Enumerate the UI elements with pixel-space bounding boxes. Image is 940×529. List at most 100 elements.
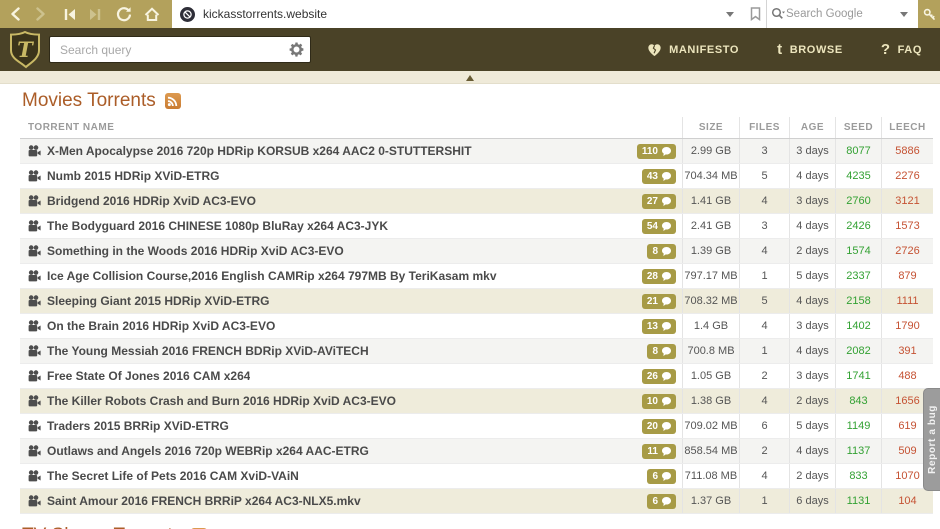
comment-bubble-icon (662, 222, 671, 231)
seed-cell: 833 (835, 464, 881, 488)
table-row[interactable]: Something in the Woods 2016 HDRip XviD A… (20, 239, 933, 264)
torrent-name[interactable]: Traders 2015 BRRip XViD-ETRG (47, 419, 229, 433)
header-size[interactable]: SIZE (682, 117, 739, 138)
comment-badge[interactable]: 43 (642, 169, 676, 184)
comment-badge[interactable]: 20 (642, 419, 676, 434)
kickass-logo[interactable]: T (8, 31, 42, 69)
age-cell: 4 days (789, 214, 835, 238)
files-cell: 3 (739, 139, 789, 163)
header-files[interactable]: FILES (739, 117, 789, 138)
comment-badge[interactable]: 8 (647, 344, 676, 359)
key-button[interactable] (920, 0, 938, 28)
comment-badge[interactable]: 6 (647, 494, 676, 509)
table-row[interactable]: Ice Age Collision Course,2016 English CA… (20, 264, 933, 289)
torrent-name[interactable]: Sleeping Giant 2015 HDRip XViD-ETRG (47, 294, 270, 308)
table-row[interactable]: Sleeping Giant 2015 HDRip XViD-ETRG 21 7… (20, 289, 933, 314)
bookmark-icon (750, 7, 761, 21)
report-bug-tab[interactable]: Report a bug (923, 388, 940, 491)
table-row[interactable]: X-Men Apocalypse 2016 720p HDRip KORSUB … (20, 139, 933, 164)
table-row[interactable]: Numb 2015 HDRip XViD-ETRG 43 704.34 MB 5… (20, 164, 933, 189)
comment-badge[interactable]: 8 (647, 244, 676, 259)
site-search-input[interactable] (49, 36, 311, 63)
files-cell: 1 (739, 339, 789, 363)
skip-next-button[interactable] (82, 0, 106, 28)
comment-bubble-icon (662, 297, 671, 306)
comment-badge[interactable]: 26 (642, 369, 676, 384)
leech-cell: 2726 (881, 239, 933, 263)
table-row[interactable]: The Young Messiah 2016 FRENCH BDRip XViD… (20, 339, 933, 364)
torrent-name[interactable]: On the Brain 2016 HDRip XviD AC3-EVO (47, 319, 275, 333)
torrent-name[interactable]: The Secret Life of Pets 2016 CAM XviD-VA… (47, 469, 299, 483)
torrent-name[interactable]: The Young Messiah 2016 FRENCH BDRip XViD… (47, 344, 369, 358)
age-cell: 3 days (789, 314, 835, 338)
table-row[interactable]: Traders 2015 BRRip XViD-ETRG 20 709.02 M… (20, 414, 933, 439)
header-age[interactable]: AGE (789, 117, 835, 138)
collapse-up-arrow-icon[interactable] (466, 75, 474, 81)
comment-badge[interactable]: 13 (642, 319, 676, 334)
torrent-name[interactable]: Something in the Woods 2016 HDRip XviD A… (47, 244, 344, 258)
table-row[interactable]: Outlaws and Angels 2016 720p WEBRip x264… (20, 439, 933, 464)
torrent-t-icon: t (777, 42, 783, 57)
url-dropdown-icon[interactable] (726, 12, 734, 17)
comment-badge[interactable]: 110 (637, 144, 676, 159)
nav-browse[interactable]: t BROWSE (777, 42, 843, 57)
url-input[interactable] (203, 7, 720, 21)
header-seed[interactable]: SEED (835, 117, 881, 138)
comment-badge[interactable]: 27 (642, 194, 676, 209)
nav-faq[interactable]: ? FAQ (881, 42, 922, 57)
google-search-box[interactable] (766, 0, 918, 28)
rss-icon[interactable] (165, 93, 181, 109)
refresh-button[interactable] (112, 0, 136, 28)
search-magnifier-icon[interactable] (771, 7, 786, 21)
table-row[interactable]: Saint Amour 2016 FRENCH BRRiP x264 AC3-N… (20, 489, 933, 514)
comment-badge[interactable]: 10 (642, 394, 676, 409)
comment-bubble-icon (662, 247, 671, 256)
skip-previous-button[interactable] (58, 0, 82, 28)
header-leech[interactable]: LEECH (881, 117, 933, 138)
bookmark-button[interactable] (744, 0, 766, 28)
comment-bubble-icon (662, 497, 671, 506)
site-favicon-icon (180, 7, 195, 22)
torrent-name[interactable]: X-Men Apocalypse 2016 720p HDRip KORSUB … (47, 144, 472, 158)
torrent-name[interactable]: Free State Of Jones 2016 CAM x264 (47, 369, 250, 383)
torrent-name[interactable]: Bridgend 2016 HDRip XviD AC3-EVO (47, 194, 256, 208)
nav-manifesto[interactable]: MANIFESTO (647, 43, 739, 57)
movie-camera-icon (28, 445, 41, 457)
comment-badge[interactable]: 54 (642, 219, 676, 234)
google-search-dropdown-icon[interactable] (900, 12, 908, 17)
table-row[interactable]: Bridgend 2016 HDRip XviD AC3-EVO 27 1.41… (20, 189, 933, 214)
comment-count: 20 (647, 421, 658, 432)
comment-badge[interactable]: 28 (642, 269, 676, 284)
movie-camera-icon (28, 195, 41, 207)
address-bar[interactable] (172, 0, 744, 28)
table-row[interactable]: The Secret Life of Pets 2016 CAM XviD-VA… (20, 464, 933, 489)
gear-icon[interactable] (288, 41, 305, 58)
comment-count: 8 (652, 246, 658, 257)
svg-text:T: T (17, 37, 34, 62)
google-search-input[interactable] (786, 8, 894, 20)
comment-badge[interactable]: 11 (642, 444, 676, 459)
comment-count: 6 (652, 496, 658, 507)
torrent-name[interactable]: Saint Amour 2016 FRENCH BRRiP x264 AC3-N… (47, 494, 361, 508)
back-button[interactable] (4, 0, 28, 28)
movies-section-header: Movies Torrents (22, 89, 940, 113)
torrent-name[interactable]: Numb 2015 HDRip XViD-ETRG (47, 169, 219, 183)
comment-badge[interactable]: 6 (647, 469, 676, 484)
home-button[interactable] (140, 0, 164, 28)
name-cell: Something in the Woods 2016 HDRip XviD A… (20, 244, 682, 259)
table-row[interactable]: The Bodyguard 2016 CHINESE 1080p BluRay … (20, 214, 933, 239)
table-row[interactable]: On the Brain 2016 HDRip XviD AC3-EVO 13 … (20, 314, 933, 339)
comment-badge[interactable]: 21 (642, 294, 676, 309)
table-row[interactable]: The Killer Robots Crash and Burn 2016 HD… (20, 389, 933, 414)
forward-button[interactable] (28, 0, 52, 28)
torrent-name[interactable]: Ice Age Collision Course,2016 English CA… (47, 269, 497, 283)
torrent-name[interactable]: The Bodyguard 2016 CHINESE 1080p BluRay … (47, 219, 388, 233)
size-cell: 858.54 MB (682, 439, 739, 463)
size-cell: 711.08 MB (682, 464, 739, 488)
header-torrent-name[interactable]: TORRENT NAME (20, 122, 682, 133)
leech-cell: 391 (881, 339, 933, 363)
seed-cell: 1137 (835, 439, 881, 463)
torrent-name[interactable]: Outlaws and Angels 2016 720p WEBRip x264… (47, 444, 369, 458)
torrent-name[interactable]: The Killer Robots Crash and Burn 2016 HD… (47, 394, 396, 408)
table-row[interactable]: Free State Of Jones 2016 CAM x264 26 1.0… (20, 364, 933, 389)
